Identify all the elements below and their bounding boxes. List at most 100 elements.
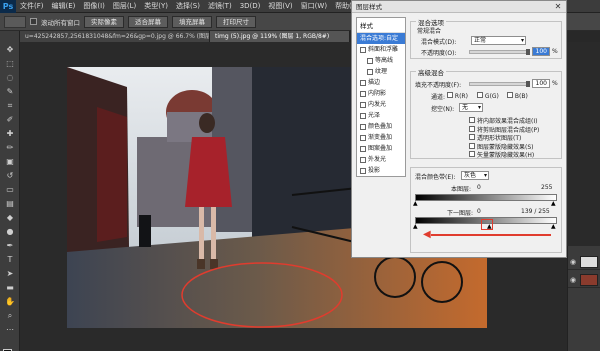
opacity-input[interactable]: 100 <box>532 47 550 56</box>
layer-row[interactable]: ◉ <box>568 254 600 270</box>
fill-screen-button[interactable]: 填充屏幕 <box>172 15 212 28</box>
menu-item[interactable]: 编辑(E) <box>48 0 80 13</box>
checkbox-icon[interactable] <box>360 101 366 108</box>
scroll-all-checkbox[interactable] <box>30 18 37 25</box>
menu-item[interactable]: 滤镜(T) <box>204 0 236 13</box>
eraser-tool-icon[interactable]: ▭ <box>4 185 16 195</box>
checkbox-icon[interactable] <box>469 134 475 140</box>
blur-tool-icon[interactable]: ◆ <box>4 213 16 223</box>
this-layer-right-thumb[interactable]: ▲ <box>551 200 556 207</box>
quick-select-tool-icon[interactable]: ✎ <box>4 87 16 97</box>
fit-screen-button[interactable]: 适合屏幕 <box>128 15 168 28</box>
type-tool-icon[interactable]: T <box>4 255 16 265</box>
checkbox-icon[interactable] <box>477 92 483 98</box>
menu-item[interactable]: 类型(Y) <box>140 0 172 13</box>
style-item[interactable]: 颜色叠加 <box>357 121 405 132</box>
lasso-tool-icon[interactable]: ◌ <box>4 73 16 83</box>
crop-tool-icon[interactable]: ⌗ <box>4 101 16 111</box>
checkbox-icon[interactable] <box>360 90 366 97</box>
eye-icon[interactable]: ◉ <box>570 258 576 266</box>
style-item[interactable]: 光泽 <box>357 110 405 121</box>
fill-slider-thumb[interactable] <box>526 81 530 87</box>
under-layer-left-thumb[interactable]: ▲ <box>413 223 418 230</box>
channel-g-checkbox[interactable]: G(G) <box>477 92 499 100</box>
checkbox-icon[interactable] <box>469 117 475 123</box>
style-item[interactable]: 内发光 <box>357 99 405 110</box>
menu-item[interactable]: 3D(D) <box>236 0 265 13</box>
shape-tool-icon[interactable]: ▬ <box>4 283 16 293</box>
checkbox-icon[interactable] <box>360 145 366 152</box>
edit-toolbar-icon[interactable]: ⋯ <box>4 325 16 335</box>
stamp-tool-icon[interactable]: ▣ <box>4 157 16 167</box>
document-tabs: u=425242857,2561831048&fm=26&gp=0.jpg @ … <box>20 31 350 42</box>
checkbox-icon[interactable] <box>360 46 366 53</box>
close-icon[interactable]: ✕ <box>553 2 563 11</box>
under-layer-right-thumb[interactable]: ▲ <box>551 223 556 230</box>
blend-mode-select[interactable]: 正常 <box>471 36 526 45</box>
layers-panel: ◉ ◉ <box>567 246 600 351</box>
style-item[interactable]: 图案叠加 <box>357 143 405 154</box>
style-item[interactable]: 内阴影 <box>357 88 405 99</box>
eye-icon[interactable]: ◉ <box>570 276 576 284</box>
channel-r-checkbox[interactable]: R(R) <box>447 92 468 100</box>
knockout-select[interactable]: 无 <box>459 103 483 112</box>
checkbox-icon[interactable] <box>360 134 366 141</box>
checkbox-icon[interactable] <box>507 92 513 98</box>
checkbox-icon[interactable] <box>469 142 475 149</box>
photoshop-window: Ps 文件(F) 编辑(E) 图像(I) 图层(L) 类型(Y) 选择(S) 滤镜(T) 3D… <box>0 0 600 351</box>
hand-tool-icon[interactable]: ✋ <box>4 297 16 307</box>
brush-tool-icon[interactable]: ✏ <box>4 143 16 153</box>
style-item[interactable]: 渐变叠加 <box>357 132 405 143</box>
blend-if-label: 混合颜色带(E): <box>415 174 456 181</box>
menu-item[interactable]: 图层(L) <box>109 0 140 13</box>
move-tool-icon[interactable]: ✥ <box>4 45 16 55</box>
menu-item[interactable]: 选择(S) <box>172 0 204 13</box>
menu-item[interactable]: 窗口(W) <box>297 0 331 13</box>
history-brush-tool-icon[interactable]: ↺ <box>4 171 16 181</box>
checkbox-icon[interactable] <box>447 92 453 98</box>
actual-pixels-button[interactable]: 实际像素 <box>84 15 124 28</box>
layer-row[interactable]: ◉ <box>568 272 600 288</box>
tab-document-2[interactable]: timg (5).jpg @ 119% (图层 1, RGB/8#) <box>210 31 350 42</box>
advanced-option-checkbox[interactable]: 矢量蒙版隐藏效果(H) <box>469 150 534 159</box>
checkbox-icon[interactable] <box>360 79 366 86</box>
menu-item[interactable]: 图像(I) <box>79 0 109 13</box>
style-item[interactable]: 混合选项:自定 <box>357 33 405 44</box>
ps-logo-icon: Ps <box>0 0 16 13</box>
style-item[interactable]: 描边 <box>357 77 405 88</box>
channel-b-checkbox[interactable]: B(B) <box>507 92 528 100</box>
checkbox-icon[interactable] <box>367 68 373 75</box>
opacity-slider[interactable] <box>469 49 530 55</box>
gradient-tool-icon[interactable]: ▤ <box>4 199 16 209</box>
dodge-tool-icon[interactable]: ● <box>4 227 16 237</box>
checkbox-icon[interactable] <box>360 112 366 119</box>
pen-tool-icon[interactable]: ✒ <box>4 241 16 251</box>
eyedropper-tool-icon[interactable]: ✐ <box>4 115 16 125</box>
style-item[interactable]: 斜面和浮雕 <box>357 44 405 55</box>
styles-header[interactable]: 样式 <box>357 18 405 33</box>
tool-preset-picker[interactable] <box>4 15 26 28</box>
checkbox-icon[interactable] <box>360 123 366 130</box>
opacity-slider-thumb[interactable] <box>526 49 530 55</box>
menu-item[interactable]: 视图(V) <box>264 0 296 13</box>
style-item[interactable]: 投影 <box>357 165 405 176</box>
style-item[interactable]: 外发光 <box>357 154 405 165</box>
zoom-tool-icon[interactable]: ⌕ <box>4 311 16 321</box>
path-select-tool-icon[interactable]: ➤ <box>4 269 16 279</box>
style-item[interactable]: 等高线 <box>357 55 405 66</box>
checkbox-icon[interactable] <box>469 151 475 157</box>
fill-opacity-input[interactable]: 100 <box>532 79 550 88</box>
healing-tool-icon[interactable]: ✚ <box>4 129 16 139</box>
checkbox-icon[interactable] <box>360 167 366 174</box>
menu-item[interactable]: 文件(F) <box>16 0 48 13</box>
checkbox-icon[interactable] <box>367 57 373 64</box>
fill-opacity-slider[interactable] <box>469 81 530 87</box>
checkbox-icon[interactable] <box>360 156 366 163</box>
style-item[interactable]: 纹理 <box>357 66 405 77</box>
print-size-button[interactable]: 打印尺寸 <box>216 15 256 28</box>
marquee-tool-icon[interactable]: ⬚ <box>4 59 16 69</box>
checkbox-icon[interactable] <box>469 125 475 132</box>
this-layer-left-thumb[interactable]: ▲ <box>413 200 418 207</box>
tab-document-1[interactable]: u=425242857,2561831048&fm=26&gp=0.jpg @ … <box>20 31 210 42</box>
blend-if-select[interactable]: 灰色 <box>461 171 489 180</box>
